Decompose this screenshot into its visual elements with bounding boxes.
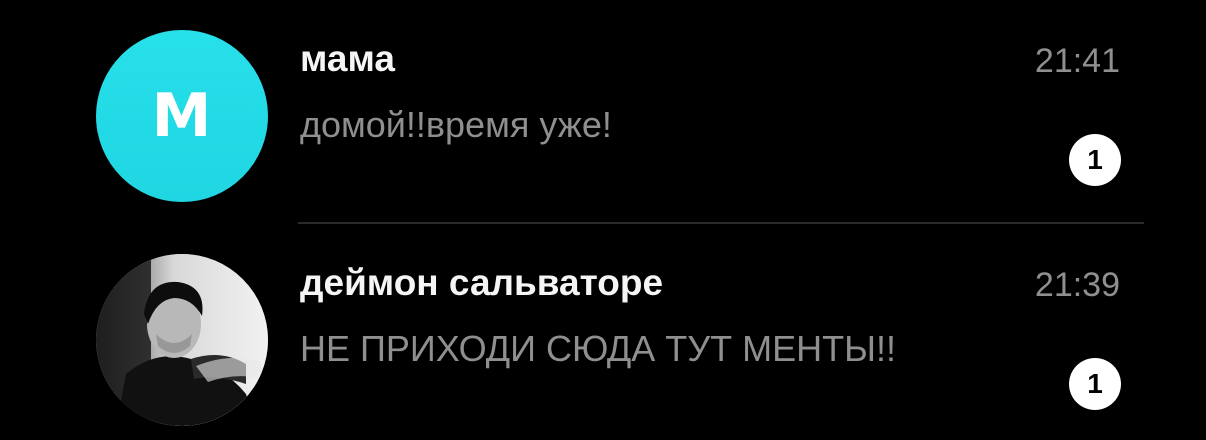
chat-item-mama[interactable]: M мама домой!!время уже! 21:41 1 bbox=[0, 16, 1206, 216]
chat-name: мама bbox=[300, 38, 395, 79]
message-preview: домой!!время уже! bbox=[300, 104, 612, 145]
message-time: 21:41 bbox=[1034, 42, 1120, 80]
message-preview: НЕ ПРИХОДИ СЮДА ТУТ МЕНТЫ!! bbox=[300, 328, 896, 369]
unread-badge: 1 bbox=[1069, 134, 1121, 186]
avatar: M bbox=[96, 30, 268, 202]
message-time: 21:39 bbox=[1034, 266, 1120, 304]
avatar bbox=[96, 254, 268, 426]
avatar-photo-icon bbox=[96, 254, 268, 426]
avatar-initial: M bbox=[151, 81, 213, 151]
unread-badge: 1 bbox=[1069, 358, 1121, 410]
chat-name: деймон сальваторе bbox=[300, 262, 664, 303]
chat-divider bbox=[298, 222, 1144, 224]
chat-item-damon[interactable]: деймон сальваторе НЕ ПРИХОДИ СЮДА ТУТ МЕ… bbox=[0, 240, 1206, 440]
